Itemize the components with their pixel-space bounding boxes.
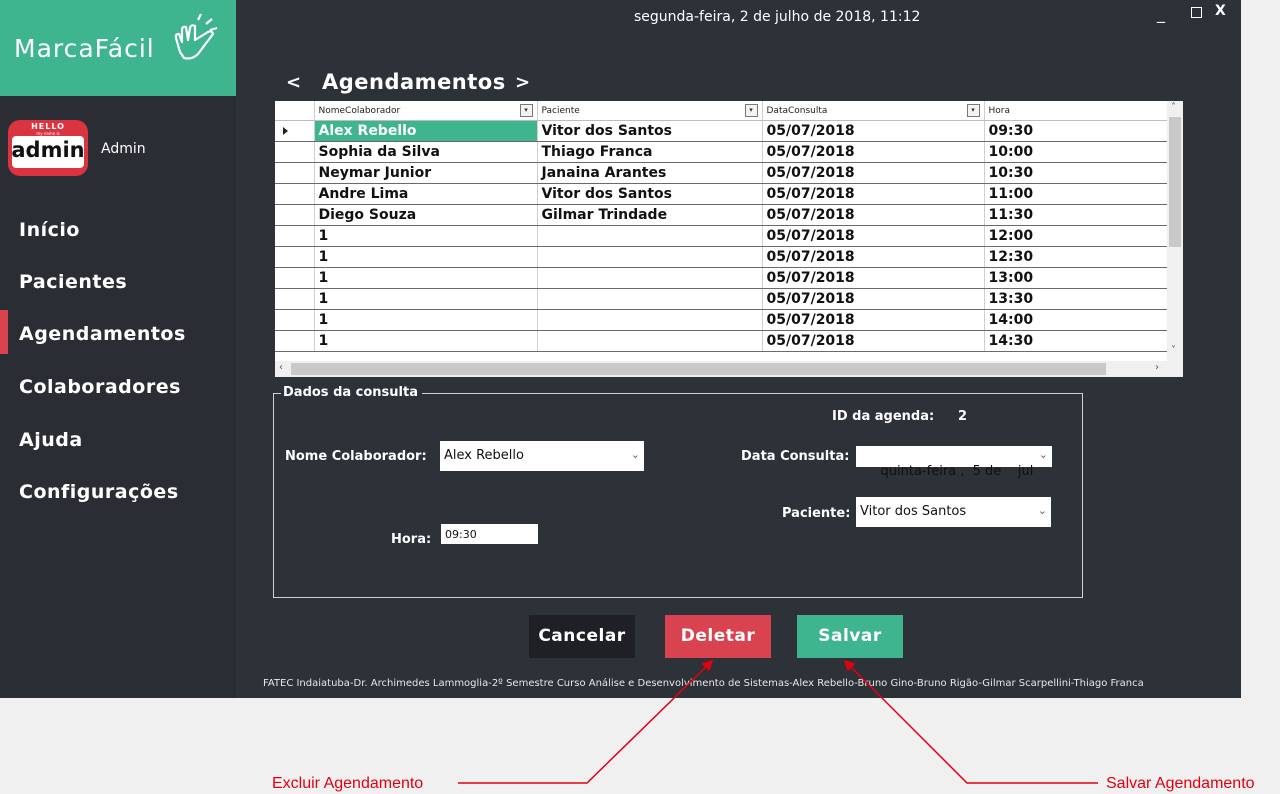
- annotation-arrows: [458, 659, 1098, 784]
- annotation-delete: Excluir Agendamento: [272, 775, 424, 792]
- annotation-save: Salvar Agendamento: [1106, 775, 1255, 792]
